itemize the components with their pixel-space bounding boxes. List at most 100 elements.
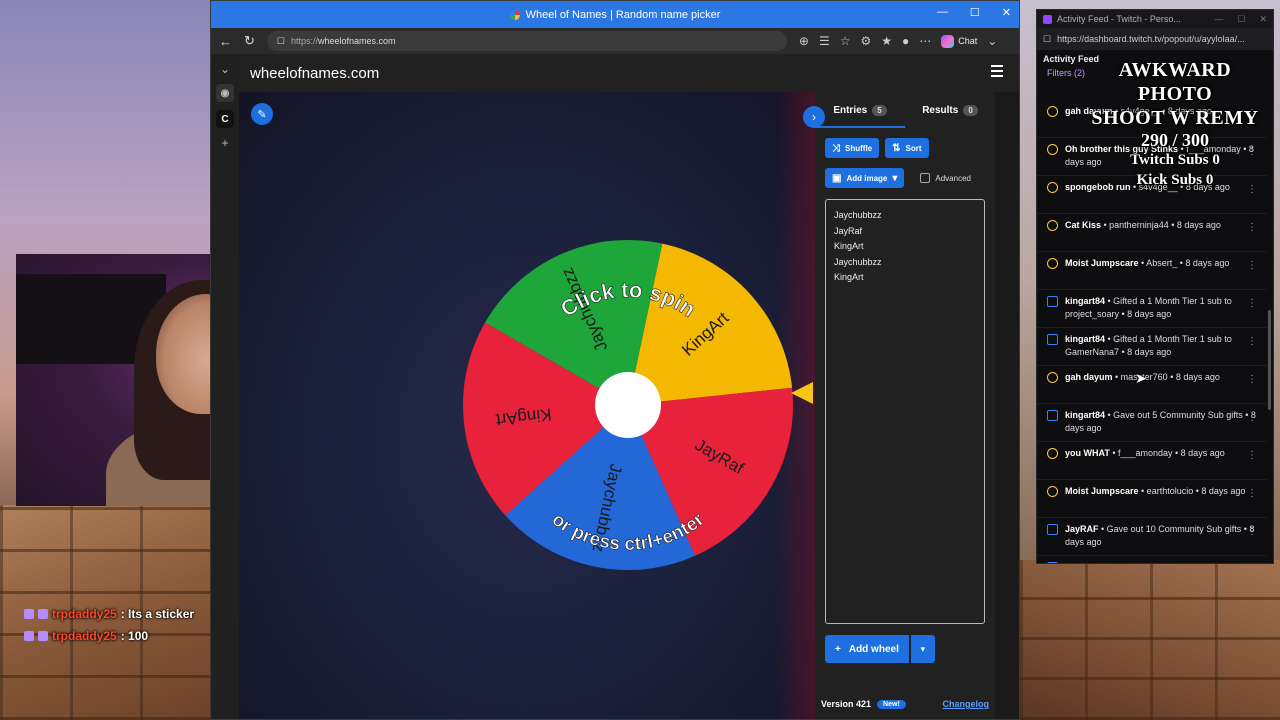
entry-line: Jaychubbzz [834,210,882,220]
sort-button[interactable]: ⇅ Sort [885,138,929,158]
feed-item[interactable]: Moist Jumpscare • earthtolucio • 8 days … [1037,480,1267,518]
zoom-icon[interactable]: ⊕ [799,34,809,48]
more-menu-icon[interactable]: ⋯ [919,34,931,48]
tab-entries[interactable]: Entries 5 [815,92,905,128]
version-footer: Version 421 New! Changelog [815,699,995,709]
stream-chat: trpdaddy25 : Its a sticker trpdaddy25 : … [24,603,194,647]
feed-item-title: you WHAT [1065,448,1110,458]
add-wheel-group: + Add wheel ▾ [825,635,985,663]
extensions-icon[interactable]: ⚙ [861,34,872,48]
url-host: wheelofnames.com [318,36,396,46]
feed-item-detail: • Absert_ • 8 days ago [1138,258,1230,268]
advanced-checkbox[interactable]: Advanced [920,173,971,183]
channel-points-icon [1047,486,1058,497]
plus-icon: + [835,643,841,655]
kebab-menu-icon[interactable]: ⋮ [1247,221,1257,234]
channel-points-icon [1047,372,1058,383]
feed-item[interactable]: Moist Jumpscare • Absert_ • 8 days ago ⋮ [1037,252,1267,290]
profile-avatar-icon[interactable]: ● [902,34,909,48]
feed-item-title: kingart84 [1065,296,1106,306]
close-icon[interactable]: ✕ [1259,14,1267,25]
wheel-center-hub[interactable] [595,372,661,438]
feed-item[interactable]: JayRAF • Gave out 10 Community Sub gifts… [1037,518,1267,556]
tab-results[interactable]: Results 0 [905,92,995,128]
feed-url[interactable]: https://dashboard.twitch.tv/popout/u/ayy… [1057,34,1245,44]
kebab-menu-icon[interactable]: ⋮ [1247,373,1257,386]
dropdown-caret-icon: ▾ [892,172,898,184]
feed-scrollbar[interactable] [1268,310,1271,410]
channel-points-icon [1047,106,1058,117]
version-label: Version 421 [821,699,872,709]
minimize-icon[interactable]: — [937,6,948,19]
feed-item-title: kingart84 [1065,334,1106,344]
channel-points-icon [1047,144,1058,155]
close-icon[interactable]: ✕ [1002,6,1011,19]
site-name[interactable]: wheelofnames.com [250,65,379,82]
favorite-star-icon[interactable]: ☆ [840,34,851,48]
copilot-chat-button[interactable]: Chat [941,34,977,48]
channel-points-icon [1047,220,1058,231]
add-wheel-button[interactable]: + Add wheel [825,635,909,663]
hamburger-menu-icon[interactable] [991,65,1003,77]
url-protocol: https:// [290,36,318,46]
chevron-down-icon[interactable]: ⌄ [987,34,997,48]
sort-icon: ⇅ [892,142,901,154]
goal-progress: 290 / 300 [1140,130,1209,150]
back-icon[interactable]: ← [219,34,232,49]
shuffle-button[interactable]: ⤨ Shuffle [825,138,880,158]
feed-item-title: Jaychubbzz [1065,562,1116,563]
kebab-menu-icon[interactable]: ⋮ [1247,525,1257,538]
gift-icon [1047,524,1058,535]
kebab-menu-icon[interactable]: ⋮ [1247,487,1257,500]
favicon-icon [509,9,520,20]
minimize-icon[interactable]: — [1214,14,1223,25]
feed-item-detail: • Gave out 5 Community Sub gifts [1116,562,1254,563]
maximize-icon[interactable]: ☐ [970,6,980,19]
feed-item[interactable]: gah dayum • masster760 • 8 days ago ⋮ [1037,366,1267,404]
tab-results-label: Results [922,104,959,116]
new-tab-icon[interactable]: + [221,136,228,150]
checkbox-icon[interactable] [920,173,931,183]
site-info-icon[interactable]: ☐ [277,36,285,47]
kebab-menu-icon[interactable]: ⋮ [1247,411,1257,424]
chevron-down-icon[interactable]: ⌄ [220,62,230,76]
kebab-menu-icon[interactable]: ⋮ [1247,297,1257,310]
mouse-cursor-icon: ➤ [1135,370,1147,386]
favorites-icon[interactable]: ★ [881,34,892,48]
feed-item[interactable]: kingart84 • Gifted a 1 Month Tier 1 sub … [1037,328,1267,366]
kebab-menu-icon[interactable]: ⋮ [1247,335,1257,348]
feed-item-title: Moist Jumpscare [1065,486,1139,496]
address-bar-row: ← ↻ ☐ https://wheelofnames.com ⊕ ☰ ☆ ⚙ ★… [211,28,1019,54]
entry-line: JayRaf [834,225,863,236]
site-info-icon[interactable]: ☐ [1043,34,1051,45]
reader-icon[interactable]: ☰ [819,34,830,48]
kebab-menu-icon[interactable]: ⋮ [1247,259,1257,272]
feed-url-bar: ☐ https://dashboard.twitch.tv/popout/u/a… [1037,28,1273,50]
tab-entries-label: Entries [833,104,868,116]
kebab-menu-icon[interactable]: ⋮ [1247,449,1257,462]
feed-item[interactable]: Jaychubbzz • Gave out 5 Community Sub gi… [1037,556,1267,563]
feed-item[interactable]: you WHAT • f___amonday • 8 days ago ⋮ [1037,442,1267,480]
feed-window-title: Activity Feed - Twitch - Perso... [1057,14,1181,24]
feed-item[interactable]: kingart84 • Gave out 5 Community Sub gif… [1037,404,1267,442]
entries-textarea[interactable]: Jaychubbzz JayRaf KingArt Jaychubbzz Kin… [825,199,985,624]
maximize-icon[interactable]: ☐ [1237,14,1245,25]
spin-wheel[interactable]: KingArtJayRafJaychubbzzKingArtJaychubbzz… [461,238,795,572]
feed-item[interactable]: Cat Kiss • pantherninja44 • 8 days ago ⋮ [1037,214,1267,252]
tab-c[interactable]: C [216,110,234,128]
browser-toolbar: ⊕ ☰ ☆ ⚙ ★ ● ⋯ Chat ⌄ [799,34,997,48]
edit-pencil-button[interactable]: ✎ [251,103,273,125]
url-field[interactable]: ☐ https://wheelofnames.com [266,31,787,51]
gift-icon [1047,410,1058,421]
stream-goal-overlay: AWKWARD PHOTO SHOOT W REMY 290 / 300 Twi… [1080,58,1270,190]
reload-icon[interactable]: ↻ [244,33,255,49]
changelog-link[interactable]: Changelog [943,699,990,709]
add-image-button[interactable]: ▣ Add image ▾ [825,168,905,188]
chat-message: trpdaddy25 : 100 [24,625,194,647]
tab-wheel-of-names[interactable]: ◉ [216,84,234,102]
channel-points-icon [1047,182,1058,193]
feed-item[interactable]: kingart84 • Gifted a 1 Month Tier 1 sub … [1037,290,1267,328]
add-wheel-dropdown[interactable]: ▾ [910,635,935,663]
entries-panel: › Entries 5 Results 0 ⤨ Shuffle ⇅ Sort ▣… [803,92,995,719]
chat-text: : Its a sticker [120,607,195,621]
